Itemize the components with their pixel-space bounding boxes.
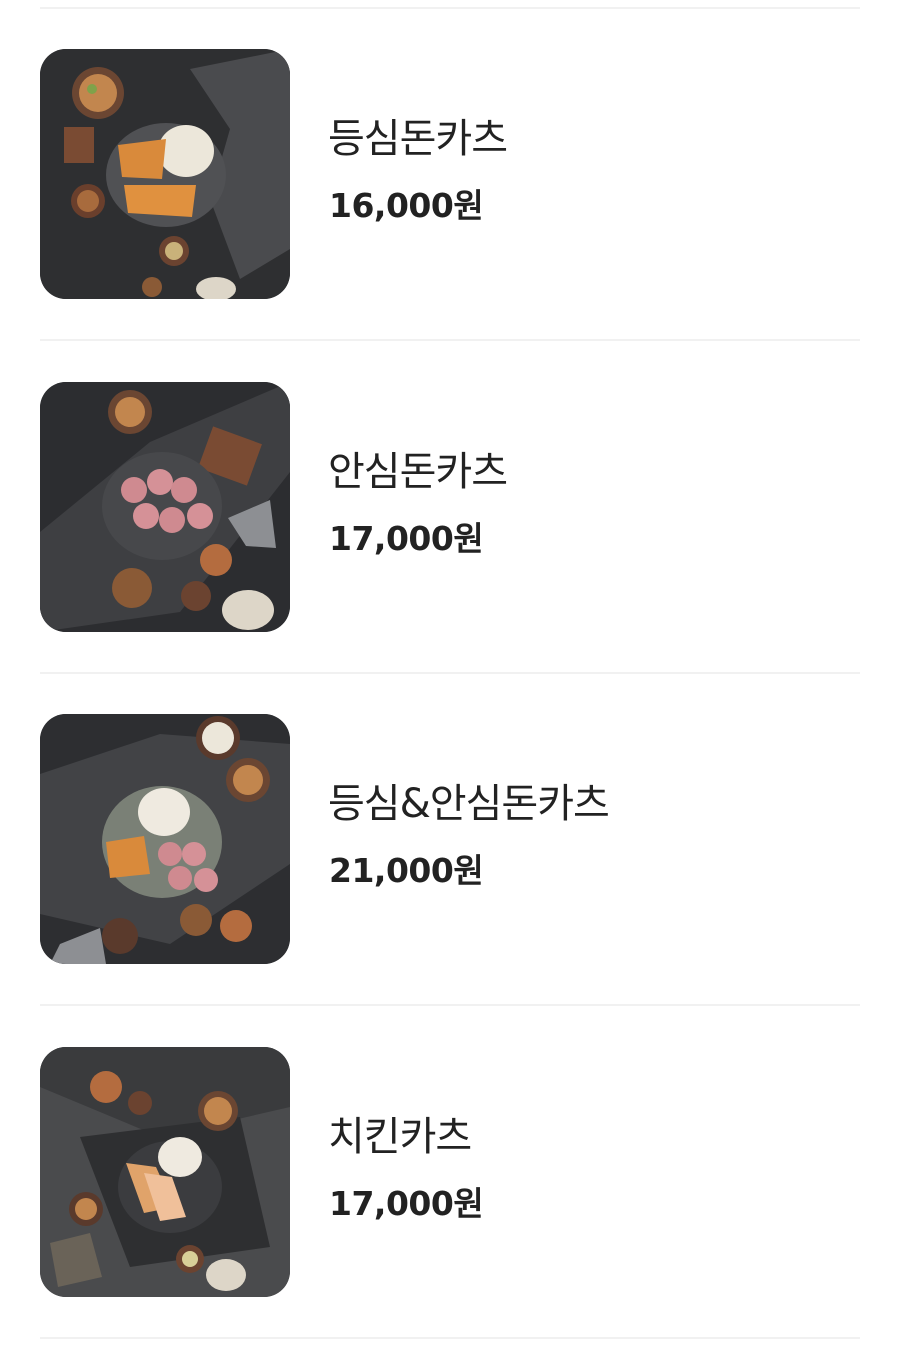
- item-divider: [40, 1004, 860, 1006]
- menu-item-photo: [40, 49, 290, 299]
- menu-item-price: 21,000원: [329, 851, 484, 890]
- menu-item-name: 안심돈카츠: [328, 449, 508, 495]
- menu-item-price: 17,000원: [329, 1184, 484, 1223]
- menu-item-name: 등심돈카츠: [328, 116, 508, 162]
- menu-item-photo: [40, 714, 290, 964]
- item-divider: [40, 1337, 860, 1339]
- menu-item[interactable]: 등심&안심돈카츠 21,000원: [0, 714, 900, 964]
- menu-item[interactable]: 등심돈카츠 16,000원: [0, 49, 900, 299]
- menu-item[interactable]: 치킨카츠 17,000원: [0, 1047, 900, 1297]
- menu-item-photo: [40, 1047, 290, 1297]
- menu-item-price: 16,000원: [329, 186, 484, 225]
- menu-item-photo: [40, 382, 290, 632]
- top-divider: [40, 7, 860, 9]
- item-divider: [40, 339, 860, 341]
- item-divider: [40, 672, 860, 674]
- menu-item-name: 치킨카츠: [328, 1114, 472, 1160]
- menu-item-name: 등심&안심돈카츠: [328, 781, 610, 827]
- menu-item[interactable]: 안심돈카츠 17,000원: [0, 382, 900, 632]
- menu-item-price: 17,000원: [329, 519, 484, 558]
